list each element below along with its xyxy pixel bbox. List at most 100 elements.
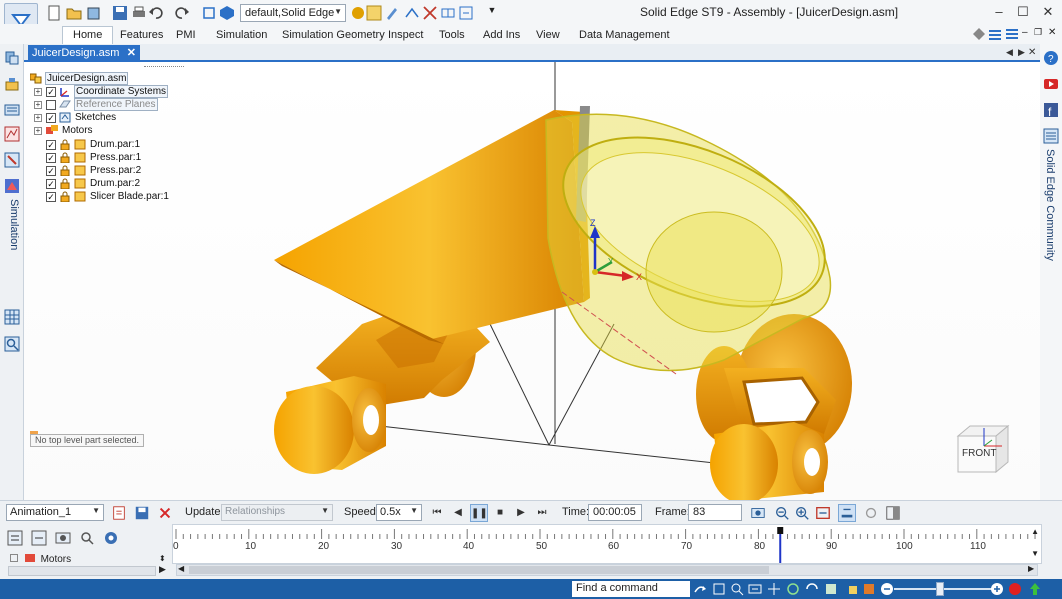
- tree-item-drum-2[interactable]: ✓ Drum.par:2: [46, 177, 141, 190]
- document-tab[interactable]: JuicerDesign.asm ✕: [28, 45, 140, 62]
- minimize-button[interactable]: –: [988, 3, 1010, 21]
- scroll-right-icon[interactable]: ▶: [159, 564, 166, 575]
- zoom-in-timeline-icon[interactable]: [793, 504, 811, 522]
- visibility-checkbox[interactable]: ✓: [46, 152, 56, 163]
- visibility-checkbox[interactable]: [46, 99, 56, 110]
- save-icon[interactable]: [112, 5, 128, 21]
- timeline-scrollbar[interactable]: [176, 564, 1038, 576]
- delete-animation-icon[interactable]: [156, 504, 174, 522]
- visibility-checkbox[interactable]: ✓: [46, 139, 56, 150]
- loop-icon[interactable]: [862, 504, 880, 522]
- pattern-icon[interactable]: [440, 5, 456, 21]
- run-command-icon[interactable]: [693, 582, 707, 596]
- mate-icon[interactable]: [422, 5, 438, 21]
- visibility-checkbox[interactable]: ✓: [46, 191, 56, 202]
- timeline-tree-scrollbar[interactable]: [8, 566, 156, 576]
- select-tools-icon[interactable]: [4, 152, 20, 168]
- ribbon-close-button[interactable]: ✕: [1048, 27, 1062, 41]
- tab-view[interactable]: View: [536, 26, 560, 45]
- parts-library-icon[interactable]: [4, 76, 20, 92]
- tree-grip[interactable]: [144, 66, 184, 69]
- capture-fit-icon[interactable]: [458, 5, 474, 21]
- timeline-tree[interactable]: Motors: [6, 554, 166, 566]
- community-icon[interactable]: [1043, 128, 1059, 144]
- search-parts-icon[interactable]: [78, 529, 96, 547]
- highlight-icon[interactable]: [366, 5, 382, 21]
- expand-icon[interactable]: +: [34, 113, 42, 122]
- zoom-out-icon[interactable]: [880, 582, 894, 596]
- youtube-icon[interactable]: [1043, 76, 1059, 92]
- tree-item-reference-planes[interactable]: + Reference Planes: [34, 98, 158, 111]
- close-tab-icon[interactable]: ✕: [127, 46, 136, 59]
- new-animation-icon[interactable]: [110, 504, 128, 522]
- show-timeline-icon[interactable]: [838, 504, 856, 522]
- customize-qat-icon[interactable]: ▼: [484, 5, 500, 21]
- help-icon[interactable]: ?: [1043, 50, 1059, 66]
- panel-split-icon[interactable]: [884, 504, 902, 522]
- undo-icon[interactable]: [148, 5, 164, 21]
- tree-item-drum-1[interactable]: ✓ Drum.par:1: [46, 138, 141, 151]
- zoom-out-timeline-icon[interactable]: [773, 504, 791, 522]
- tab-add-ins[interactable]: Add Ins: [483, 26, 520, 45]
- grid-panel-icon[interactable]: [4, 309, 20, 325]
- tree-root[interactable]: JuicerDesign.asm: [30, 72, 129, 85]
- expand-icon[interactable]: [10, 554, 18, 562]
- sensors-icon[interactable]: [4, 126, 20, 142]
- select-tool-icon[interactable]: [201, 5, 217, 21]
- save-animation-icon[interactable]: [133, 504, 151, 522]
- upload-icon[interactable]: [1028, 582, 1042, 596]
- rotate-icon[interactable]: [786, 582, 800, 596]
- zoom-area-icon[interactable]: [730, 582, 744, 596]
- zoom-in-icon[interactable]: [990, 582, 1004, 596]
- time-field[interactable]: 00:00:05: [588, 504, 642, 521]
- pan-icon[interactable]: [767, 582, 781, 596]
- update-select[interactable]: Relationships ▼: [221, 504, 333, 521]
- tab-scroll-left-icon[interactable]: ◀: [1006, 47, 1013, 58]
- maximize-button[interactable]: ☐: [1012, 3, 1034, 21]
- zoom-window-icon[interactable]: [748, 582, 762, 596]
- sketch-view-icon[interactable]: [846, 582, 860, 596]
- gear-icon[interactable]: [102, 529, 120, 547]
- diamond-icon[interactable]: [972, 27, 986, 41]
- simulation-dock-label[interactable]: Simulation: [4, 199, 20, 259]
- pathfinder-icon[interactable]: [4, 50, 20, 66]
- community-dock-label[interactable]: Solid Edge Community: [1044, 149, 1056, 261]
- expand-icon[interactable]: +: [34, 126, 42, 135]
- part-icon[interactable]: [219, 5, 235, 21]
- tree-item-press-2[interactable]: ✓ Press.par:2: [46, 164, 142, 177]
- timeline-ruler[interactable]: 0 10 20 30 40 50 60 70 80 90 100 110 ▲ ▼: [172, 524, 1042, 564]
- expand-icon[interactable]: +: [34, 100, 42, 109]
- redo-icon[interactable]: [174, 5, 190, 21]
- timeline-scroll-right-icon[interactable]: ▶: [1028, 564, 1034, 573]
- spin-about-icon[interactable]: [805, 582, 819, 596]
- zoom-slider-track[interactable]: [894, 588, 994, 590]
- tree-item-sketches[interactable]: + ✓ Sketches: [34, 111, 117, 124]
- shading-icon[interactable]: [350, 5, 366, 21]
- paint-icon[interactable]: [384, 5, 400, 21]
- timeline-scroll-thumb[interactable]: [189, 566, 769, 574]
- face-style-select[interactable]: default,Solid Edge ▼: [240, 4, 346, 22]
- new-file-icon[interactable]: [46, 5, 62, 21]
- zoom-panel-icon[interactable]: [4, 336, 20, 352]
- visibility-checkbox[interactable]: ✓: [46, 86, 56, 97]
- list-icon[interactable]: [1005, 27, 1019, 41]
- capture-frame-icon[interactable]: [749, 504, 767, 522]
- layers-icon[interactable]: [988, 27, 1002, 41]
- display-mode-icon[interactable]: [862, 582, 876, 596]
- step-back-button[interactable]: ◀: [449, 504, 467, 522]
- motor-settings-icon[interactable]: [54, 529, 72, 547]
- pause-button[interactable]: ❚❚: [470, 504, 488, 522]
- open-recent-icon[interactable]: [86, 5, 102, 21]
- tab-simulation[interactable]: Simulation: [216, 26, 267, 45]
- visibility-checkbox[interactable]: ✓: [46, 178, 56, 189]
- fit-view-icon[interactable]: [712, 582, 726, 596]
- animation-select[interactable]: Animation_1 ▼: [6, 504, 104, 521]
- tree-item-coordinate-systems[interactable]: + ✓ Coordinate Systems: [34, 85, 169, 98]
- close-document-icon[interactable]: ✕: [1028, 47, 1036, 58]
- tab-data-management[interactable]: Data Management: [579, 26, 670, 45]
- open-folder-icon[interactable]: [66, 5, 82, 21]
- fit-timeline-icon[interactable]: [814, 504, 832, 522]
- tree-item-press-1[interactable]: ✓ Press.par:1: [46, 151, 142, 164]
- tab-tools[interactable]: Tools: [439, 26, 465, 45]
- tab-pmi[interactable]: PMI: [176, 26, 196, 45]
